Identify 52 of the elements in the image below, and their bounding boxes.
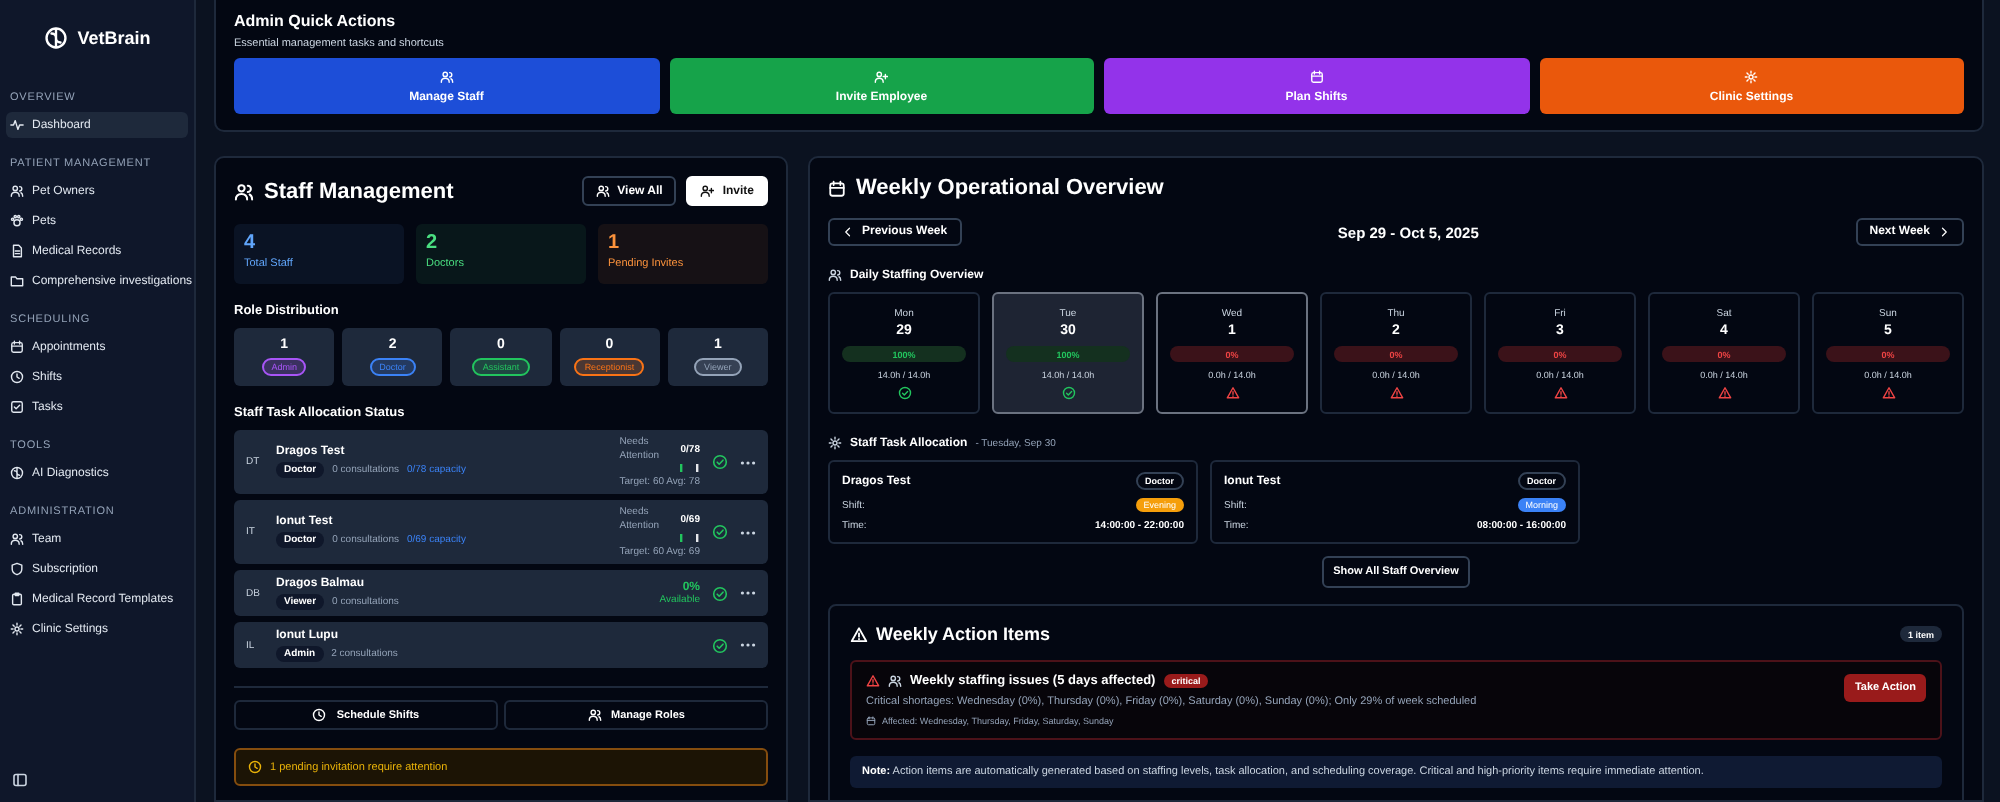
paw-icon [10,214,24,228]
people-icon [439,69,454,83]
calendar-icon [10,340,24,354]
warning-icon [1389,386,1403,400]
clipboard-icon [10,592,24,606]
warning-icon [1225,386,1239,400]
more-icon[interactable] [740,590,756,596]
pulse-icon [10,118,24,132]
check-circle-icon [712,585,728,601]
check-circle-icon [712,524,728,540]
check-circle-icon [712,454,728,470]
people-icon [888,674,902,688]
gear-icon [828,436,842,450]
clock-icon [10,370,24,384]
panel-title: Staff Management [264,179,454,203]
more-icon[interactable] [740,459,756,465]
more-icon[interactable] [740,642,756,648]
warning-icon [850,625,868,643]
more-icon[interactable] [740,529,756,535]
check-circle-icon [712,637,728,653]
document-icon [10,244,24,258]
warning-icon [1553,386,1567,400]
folder-icon [10,274,24,288]
brand-name: VetBrain [77,28,151,48]
warning-icon [1717,386,1731,400]
people-icon [10,532,24,546]
gear-icon [10,622,24,636]
check-circle-icon [897,386,911,400]
checkbox-icon [10,400,24,414]
sidebar-toggle-icon [12,772,28,788]
check-circle-icon [1061,386,1075,400]
add-user-icon [700,184,715,198]
people-icon [828,268,842,282]
people-icon [587,708,601,722]
gear-icon [1744,69,1759,83]
people-icon [10,184,24,198]
calendar-icon [828,179,846,197]
chevron-right-icon [1937,226,1950,238]
clock-icon [312,708,327,722]
calendar-icon [866,716,876,726]
warning-icon [1881,386,1895,400]
chevron-left-icon [842,226,854,238]
people-icon [234,181,254,201]
people-icon [595,184,610,198]
section-title: Admin Quick Actions [234,12,398,30]
calendar-icon [1309,69,1324,83]
clock-icon [248,760,262,774]
shield-icon [10,562,24,576]
panel-title: Weekly Operational Overview [856,176,1164,200]
card-title: Weekly Action Items [876,624,1051,644]
add-user-icon [874,69,889,83]
warning-icon [866,674,880,688]
